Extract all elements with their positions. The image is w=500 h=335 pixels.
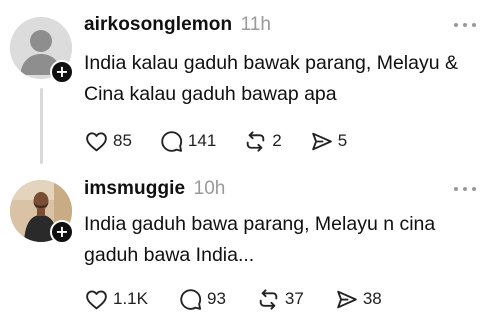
more-horizontal-icon[interactable]: [452, 20, 478, 30]
share-count: 5: [337, 131, 348, 150]
follow-plus-icon[interactable]: +: [50, 60, 74, 84]
post-actions: 85 141 2 5: [84, 128, 374, 154]
repost-button[interactable]: 37: [256, 287, 304, 312]
repost-button[interactable]: 2: [243, 129, 282, 154]
send-icon: [311, 132, 332, 150]
repost-icon: [247, 130, 265, 152]
like-count: 1.1K: [113, 289, 148, 308]
follow-plus-icon[interactable]: +: [50, 220, 74, 244]
like-button[interactable]: 1.1K: [84, 287, 148, 312]
thread-post: + airkosonglemon 11h India kalau gaduh b…: [0, 0, 500, 168]
post-header: airkosonglemon 11h: [84, 14, 271, 36]
heart-icon: [86, 131, 107, 151]
post-actions: 1.1K 93 37 38: [84, 286, 412, 312]
thread-connector-line: [40, 88, 43, 164]
like-button[interactable]: 85: [84, 129, 132, 154]
reply-button[interactable]: 141: [159, 129, 216, 154]
timestamp: 11h: [240, 14, 271, 35]
heart-icon: [86, 289, 107, 309]
repost-icon: [259, 288, 278, 310]
reply-count: 93: [206, 289, 226, 308]
like-count: 85: [113, 131, 132, 150]
repost-count: 37: [284, 289, 304, 308]
repost-count: 2: [272, 131, 282, 150]
post-header: imsmuggie 10h: [84, 178, 225, 200]
send-icon: [337, 290, 357, 308]
share-count: 38: [362, 289, 382, 308]
username[interactable]: imsmuggie: [84, 178, 185, 199]
more-horizontal-icon[interactable]: [452, 184, 478, 194]
reply-button[interactable]: 93: [178, 287, 226, 312]
comment-icon: [180, 288, 202, 310]
post-text: India kalau gaduh bawak parang, Melayu &…: [84, 52, 459, 105]
reply-count: 141: [187, 131, 217, 150]
comment-icon: [161, 130, 183, 152]
share-button[interactable]: 38: [334, 287, 382, 312]
thread-post: + imsmuggie 10h India gaduh bawa parang,…: [0, 168, 500, 335]
timestamp: 10h: [193, 178, 226, 199]
share-button[interactable]: 5: [309, 129, 347, 154]
username[interactable]: airkosonglemon: [84, 14, 232, 35]
post-text: India gaduh bawa parang, Melayu n cina g…: [84, 213, 436, 266]
